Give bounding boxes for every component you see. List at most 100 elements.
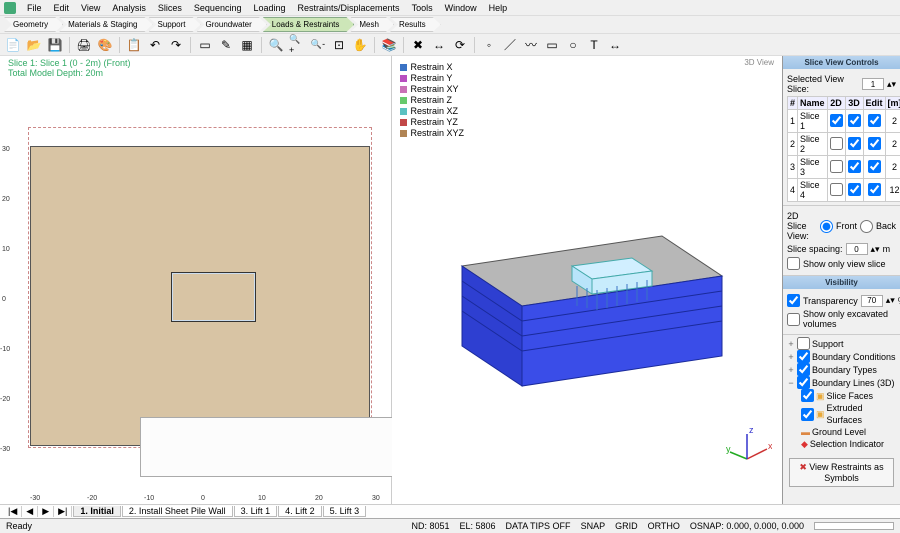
rotate-icon[interactable]: ⟳ bbox=[451, 36, 469, 54]
stage-tab[interactable]: 4. Lift 2 bbox=[278, 506, 322, 517]
node-icon[interactable]: ◦ bbox=[480, 36, 498, 54]
undo-icon[interactable]: ↶ bbox=[146, 36, 164, 54]
layers-icon[interactable]: 📚 bbox=[380, 36, 398, 54]
chk-2d[interactable] bbox=[830, 160, 843, 173]
move-icon[interactable]: ↔ bbox=[430, 36, 448, 54]
status-grid[interactable]: GRID bbox=[615, 521, 638, 531]
tree-item[interactable]: ▣Slice Faces bbox=[787, 389, 896, 402]
tree-item[interactable]: ▬Ground Level bbox=[787, 426, 896, 438]
spacing-input[interactable] bbox=[846, 243, 868, 255]
menu-window[interactable]: Window bbox=[440, 1, 482, 15]
menu-slices[interactable]: Slices bbox=[153, 1, 187, 15]
zoom-in-icon[interactable]: 🔍+ bbox=[288, 36, 306, 54]
viewport-2d[interactable]: Slice 1: Slice 1 (0 - 2m) (Front) Total … bbox=[0, 56, 392, 504]
redo-icon[interactable]: ↷ bbox=[167, 36, 185, 54]
th-m[interactable]: [m] bbox=[885, 97, 900, 110]
rect-icon[interactable]: ▭ bbox=[543, 36, 561, 54]
tree-item[interactable]: +Support bbox=[787, 337, 896, 350]
tree-item[interactable]: +Boundary Types bbox=[787, 363, 896, 376]
open-icon[interactable]: 📂 bbox=[25, 36, 43, 54]
radio-back[interactable] bbox=[860, 220, 873, 233]
pan-icon[interactable]: ✋ bbox=[351, 36, 369, 54]
save-icon[interactable]: 💾 bbox=[46, 36, 64, 54]
th-2d[interactable]: 2D bbox=[827, 97, 845, 110]
menu-loading[interactable]: Loading bbox=[248, 1, 290, 15]
chk-3d[interactable] bbox=[848, 160, 861, 173]
table-row[interactable]: 3Slice 32 bbox=[788, 156, 900, 179]
table-row[interactable]: 2Slice 22 bbox=[788, 133, 900, 156]
tree-item[interactable]: −Boundary Lines (3D) bbox=[787, 376, 896, 389]
menu-view[interactable]: View bbox=[76, 1, 105, 15]
menu-help[interactable]: Help bbox=[484, 1, 513, 15]
spinner-icon[interactable]: ▴▾ bbox=[871, 244, 880, 255]
menu-analysis[interactable]: Analysis bbox=[107, 1, 151, 15]
chk-edit[interactable] bbox=[868, 137, 881, 150]
chk-transparency[interactable] bbox=[787, 294, 800, 307]
th-3d[interactable]: 3D bbox=[845, 97, 863, 110]
zoom-out-icon[interactable]: 🔍- bbox=[309, 36, 327, 54]
bc-groundwater[interactable]: Groundwater bbox=[197, 17, 267, 32]
text-icon[interactable]: T bbox=[585, 36, 603, 54]
table-row[interactable]: 1Slice 12 bbox=[788, 110, 900, 133]
status-datatips[interactable]: DATA TIPS OFF bbox=[506, 521, 571, 531]
stage-tab[interactable]: 1. Initial bbox=[73, 506, 121, 517]
menu-sequencing[interactable]: Sequencing bbox=[189, 1, 247, 15]
chk-3d[interactable] bbox=[848, 137, 861, 150]
tab-nav-last[interactable]: ▶| bbox=[54, 506, 72, 517]
stage-tab[interactable]: 3. Lift 1 bbox=[234, 506, 278, 517]
table-row[interactable]: 4Slice 412 bbox=[788, 179, 900, 202]
edit-icon[interactable]: ✎ bbox=[217, 36, 235, 54]
bc-results[interactable]: Results bbox=[390, 17, 441, 32]
zoom-window-icon[interactable]: 🔍 bbox=[267, 36, 285, 54]
th-num[interactable]: # bbox=[788, 97, 798, 110]
selected-slice-input[interactable] bbox=[862, 78, 884, 90]
chk-edit[interactable] bbox=[868, 183, 881, 196]
stage-tab[interactable]: 5. Lift 3 bbox=[323, 506, 367, 517]
chk-edit[interactable] bbox=[868, 114, 881, 127]
tab-nav-prev[interactable]: ◀ bbox=[22, 506, 38, 517]
menu-tools[interactable]: Tools bbox=[407, 1, 438, 15]
line-icon[interactable]: ／ bbox=[501, 36, 519, 54]
chk-2d[interactable] bbox=[830, 137, 843, 150]
delete-icon[interactable]: ✖ bbox=[409, 36, 427, 54]
select-icon[interactable]: ▭ bbox=[196, 36, 214, 54]
new-icon[interactable]: 📄 bbox=[4, 36, 22, 54]
status-ortho[interactable]: ORTHO bbox=[648, 521, 680, 531]
th-name[interactable]: Name bbox=[798, 97, 828, 110]
spinner-icon[interactable]: ▴▾ bbox=[886, 295, 895, 306]
tree-item[interactable]: ◆Selection Indicator bbox=[787, 438, 896, 450]
palette-icon[interactable]: 🎨 bbox=[96, 36, 114, 54]
bc-mesh[interactable]: Mesh bbox=[350, 17, 394, 32]
bc-geometry[interactable]: Geometry bbox=[4, 17, 63, 32]
bc-support[interactable]: Support bbox=[149, 17, 201, 32]
chk-show-only-slice[interactable] bbox=[787, 257, 800, 270]
tree-item[interactable]: +Boundary Conditions bbox=[787, 350, 896, 363]
viewport-3d[interactable]: 3D View Restrain X Restrain Y Restrain X… bbox=[392, 56, 783, 504]
bc-loads-restraints[interactable]: Loads & Restraints bbox=[263, 17, 355, 32]
tab-nav-first[interactable]: |◀ bbox=[4, 506, 22, 517]
chk-3d[interactable] bbox=[848, 114, 861, 127]
menu-restraints[interactable]: Restraints/Displacements bbox=[293, 1, 405, 15]
grid-icon[interactable]: ▦ bbox=[238, 36, 256, 54]
tab-nav-next[interactable]: ▶ bbox=[38, 506, 54, 517]
th-edit[interactable]: Edit bbox=[863, 97, 885, 110]
spinner-icon[interactable]: ▴▾ bbox=[887, 79, 896, 90]
circle-icon[interactable]: ○ bbox=[564, 36, 582, 54]
chk-2d[interactable] bbox=[830, 114, 843, 127]
transp-input[interactable] bbox=[861, 295, 883, 307]
print-icon[interactable]: 🖨 bbox=[75, 36, 93, 54]
chk-show-excavated[interactable] bbox=[787, 313, 800, 326]
chk-3d[interactable] bbox=[848, 183, 861, 196]
menu-file[interactable]: File bbox=[22, 1, 47, 15]
tree-item[interactable]: ▣Extruded Surfaces bbox=[787, 402, 896, 426]
menu-edit[interactable]: Edit bbox=[49, 1, 75, 15]
bc-materials[interactable]: Materials & Staging bbox=[59, 17, 152, 32]
stage-tab[interactable]: 2. Install Sheet Pile Wall bbox=[122, 506, 233, 517]
radio-front[interactable] bbox=[820, 220, 833, 233]
zoom-extents-icon[interactable]: ⊡ bbox=[330, 36, 348, 54]
copy-icon[interactable]: 📋 bbox=[125, 36, 143, 54]
polyline-icon[interactable]: 〰 bbox=[522, 36, 540, 54]
chk-2d[interactable] bbox=[830, 183, 843, 196]
status-snap[interactable]: SNAP bbox=[581, 521, 606, 531]
chk-edit[interactable] bbox=[868, 160, 881, 173]
